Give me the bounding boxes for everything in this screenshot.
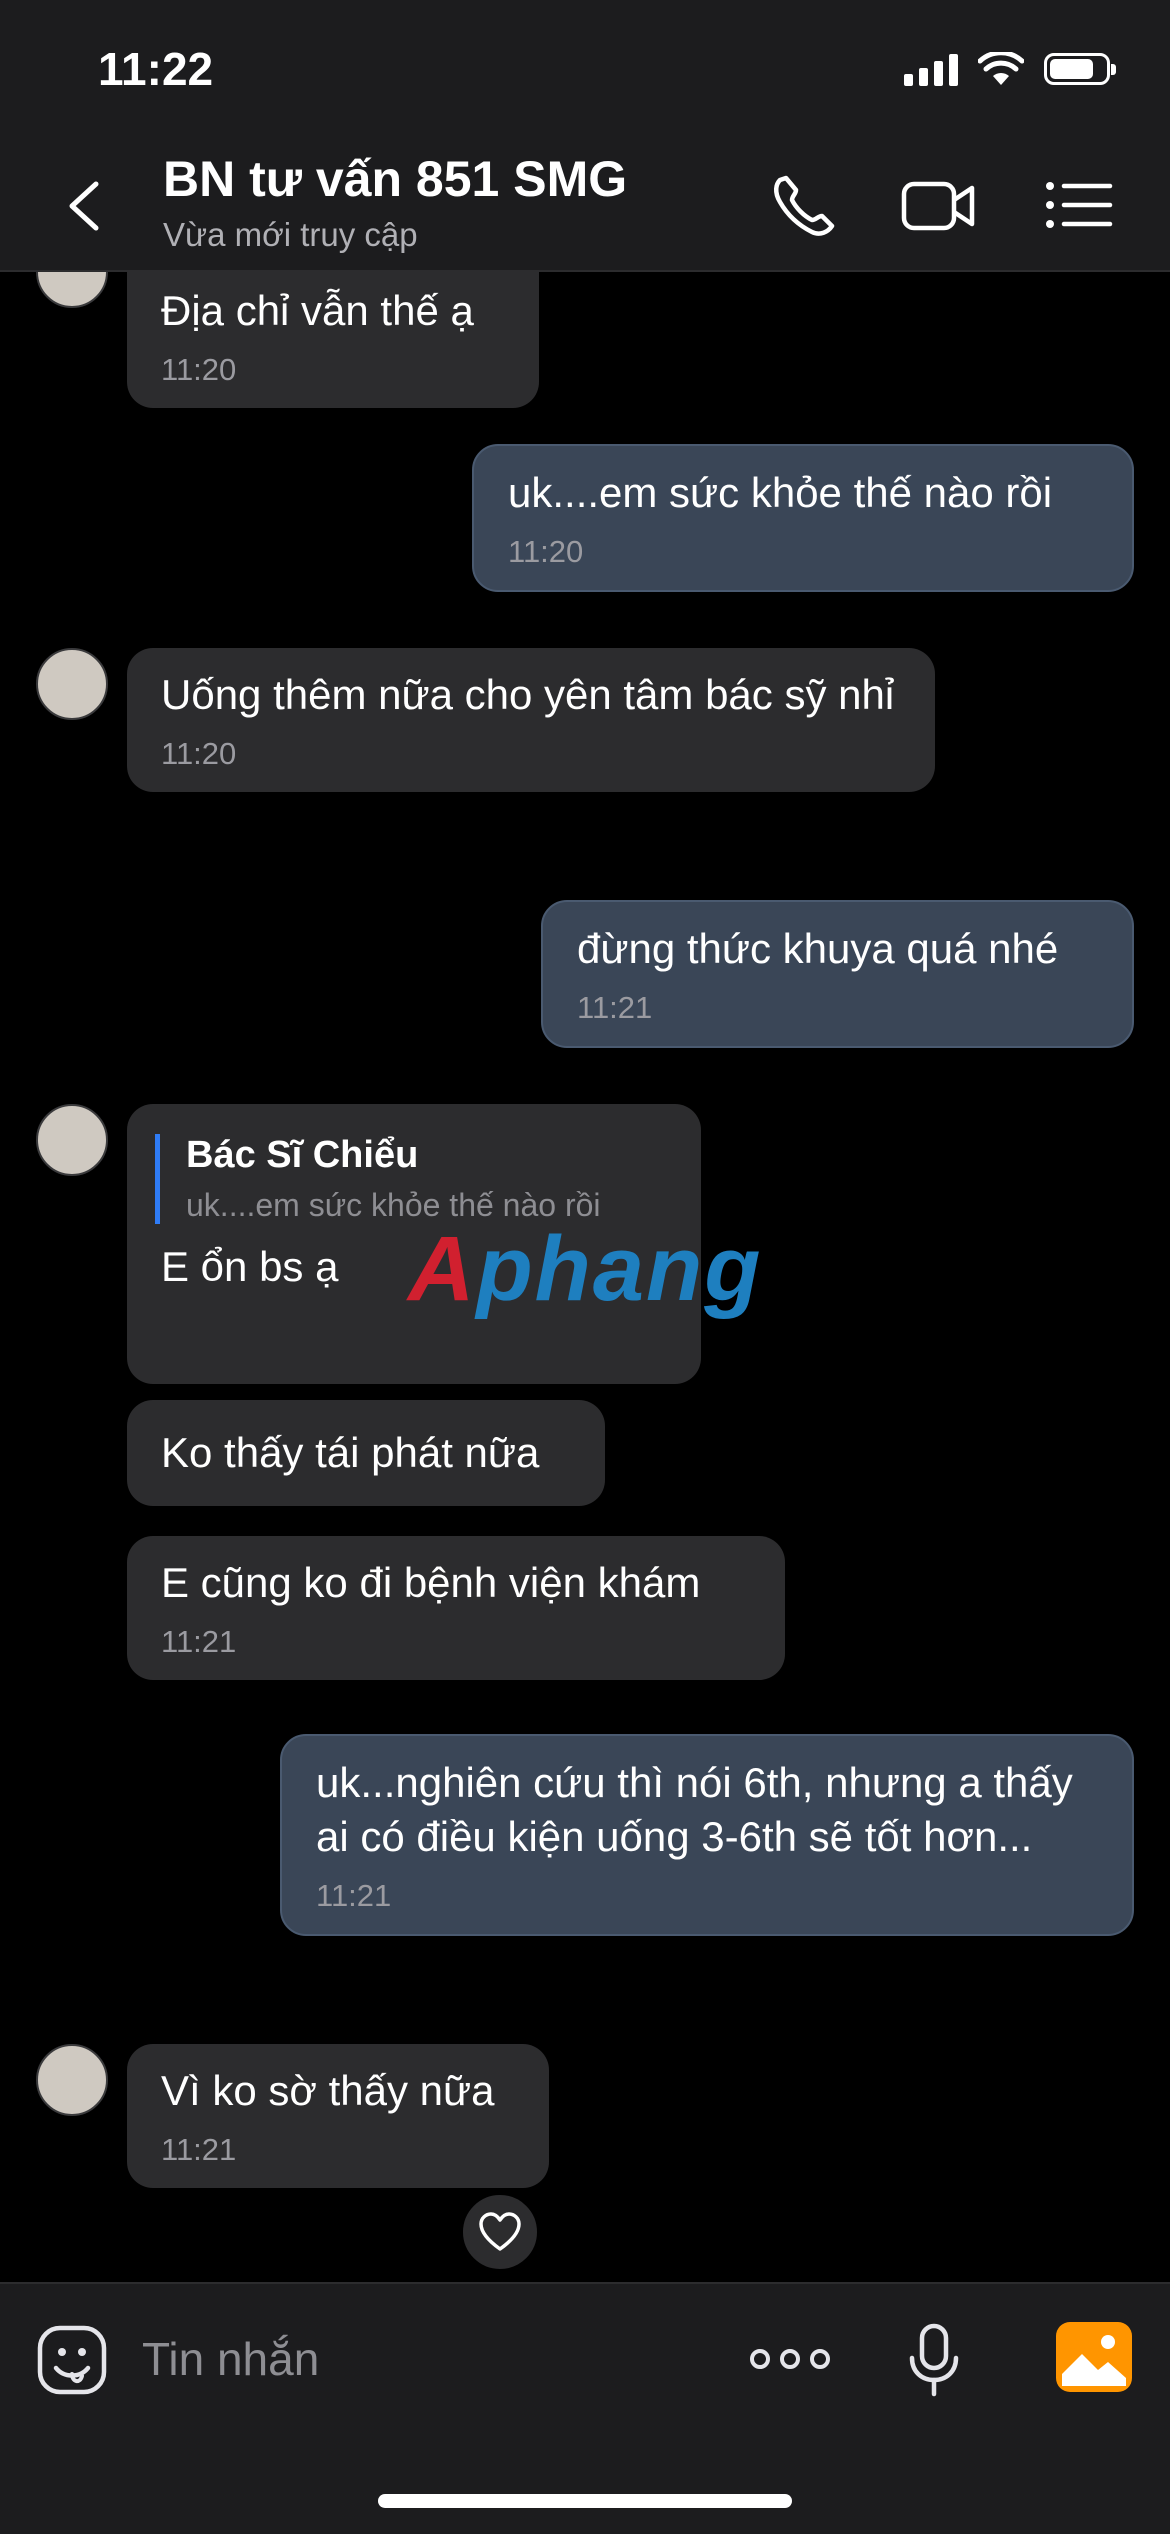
battery-icon bbox=[1044, 53, 1116, 85]
message-text: Địa chỉ vẫn thế ạ bbox=[161, 287, 474, 334]
image-gallery-icon[interactable] bbox=[1056, 2322, 1132, 2392]
message-text: uk...nghiên cứu thì nói 6th, nhưng a thấ… bbox=[316, 1759, 1073, 1860]
avatar[interactable] bbox=[36, 272, 108, 308]
wifi-icon bbox=[978, 52, 1024, 85]
watermark-part1: A bbox=[408, 1218, 477, 1320]
message-text: uk....em sức khỏe thế nào rồi bbox=[508, 469, 1053, 516]
status-bar: 11:22 bbox=[0, 0, 1170, 140]
home-indicator bbox=[378, 2494, 792, 2508]
conversation-title[interactable]: BN tư vấn 851 SMG bbox=[163, 150, 627, 208]
message-bubble-incoming[interactable]: Vì ko sờ thấy nữa 11:21 bbox=[127, 2044, 549, 2188]
message-bubble-incoming[interactable]: Ko thấy tái phát nữa bbox=[127, 1400, 605, 1506]
message-time: 11:20 bbox=[161, 736, 237, 771]
back-chevron-icon[interactable] bbox=[60, 178, 110, 234]
chat-header: BN tư vấn 851 SMG Vừa mới truy cập bbox=[0, 140, 1170, 272]
heart-reaction-button[interactable] bbox=[460, 2192, 540, 2272]
message-text: đừng thức khuya quá nhé bbox=[577, 925, 1059, 972]
message-time: 11:21 bbox=[161, 2132, 237, 2167]
microphone-icon[interactable] bbox=[906, 2322, 962, 2398]
message-bubble-outgoing[interactable]: uk...nghiên cứu thì nói 6th, nhưng a thấ… bbox=[280, 1734, 1134, 1936]
status-icons bbox=[904, 52, 1116, 86]
message-time: 11:20 bbox=[161, 352, 237, 387]
status-time: 11:22 bbox=[98, 43, 214, 95]
message-time: 11:20 bbox=[508, 534, 584, 569]
message-list[interactable]: Địa chỉ vẫn thế ạ 11:20 uk....em sức khỏ… bbox=[0, 272, 1170, 2282]
avatar[interactable] bbox=[36, 1104, 108, 1176]
message-time: 11:21 bbox=[161, 1624, 237, 1659]
list-menu-icon[interactable] bbox=[1042, 170, 1118, 240]
message-bubble-outgoing[interactable]: đừng thức khuya quá nhé 11:21 bbox=[541, 900, 1134, 1048]
presence-status: Vừa mới truy cập bbox=[163, 216, 418, 253]
message-bubble-incoming[interactable]: E cũng ko đi bệnh viện khám 11:21 bbox=[127, 1536, 785, 1680]
more-options-icon[interactable] bbox=[750, 2334, 834, 2384]
message-text: Ko thấy tái phát nữa bbox=[161, 1429, 540, 1476]
composer-bar: Tin nhắn bbox=[0, 2282, 1170, 2534]
message-text: Vì ko sờ thấy nữa bbox=[161, 2067, 495, 2114]
message-time: 11:21 bbox=[577, 990, 653, 1025]
message-text: E cũng ko đi bệnh viện khám bbox=[161, 1559, 701, 1606]
watermark-logo: Aphang bbox=[408, 1217, 762, 1322]
message-bubble-outgoing[interactable]: uk....em sức khỏe thế nào rồi 11:20 bbox=[472, 444, 1134, 592]
phone-icon[interactable] bbox=[766, 170, 842, 240]
message-bubble-incoming[interactable]: Uống thêm nữa cho yên tâm bác sỹ nhỉ 11:… bbox=[127, 648, 935, 792]
avatar[interactable] bbox=[36, 648, 108, 720]
message-text: Uống thêm nữa cho yên tâm bác sỹ nhỉ bbox=[161, 671, 895, 718]
cellular-signal-icon bbox=[904, 52, 958, 86]
quoted-message[interactable]: Bác Sĩ Chiểu uk....em sức khỏe thế nào r… bbox=[155, 1134, 667, 1224]
message-time: 11:21 bbox=[316, 1878, 392, 1913]
avatar[interactable] bbox=[36, 2044, 108, 2116]
quoted-author: Bác Sĩ Chiểu bbox=[186, 1134, 419, 1176]
watermark-part2: phang bbox=[476, 1218, 763, 1320]
message-input[interactable]: Tin nhắn bbox=[142, 2332, 319, 2386]
message-bubble-incoming[interactable]: Địa chỉ vẫn thế ạ 11:20 bbox=[127, 272, 539, 408]
video-call-icon[interactable] bbox=[900, 170, 976, 240]
sticker-emoji-icon[interactable] bbox=[36, 2324, 108, 2396]
heart-icon bbox=[479, 2212, 521, 2251]
